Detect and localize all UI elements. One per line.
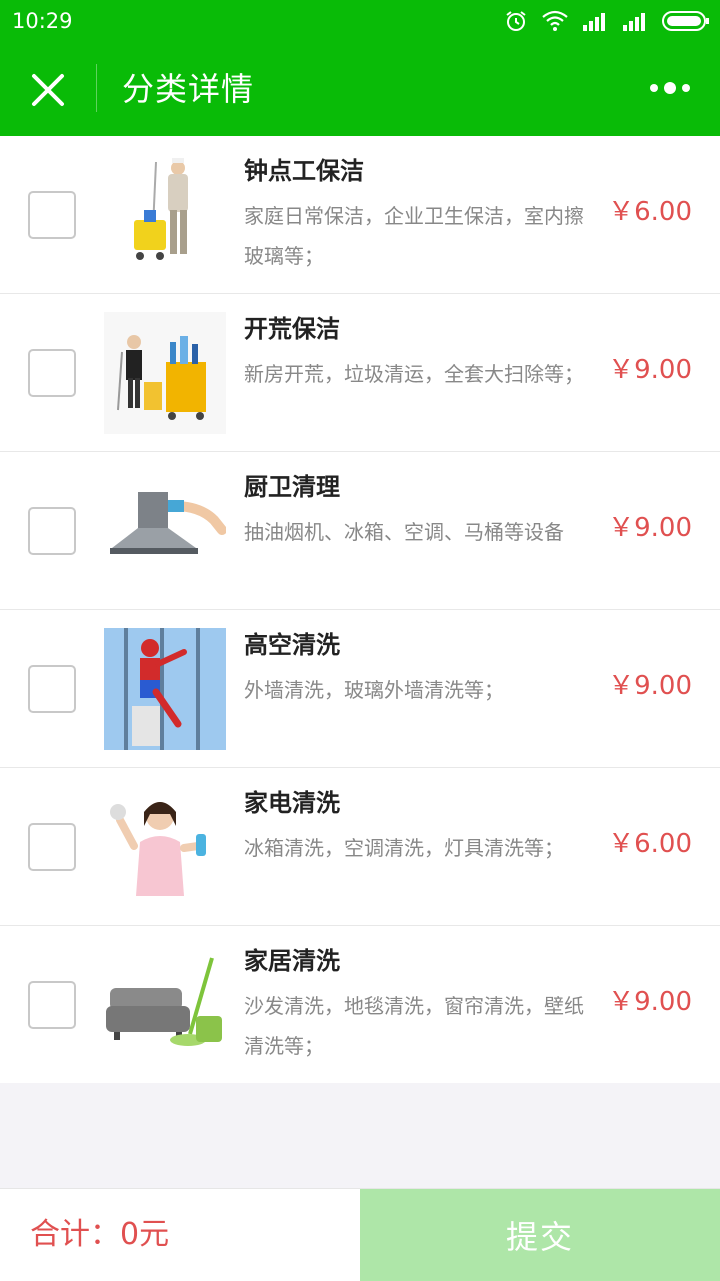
item-description: 冰箱清洗，空调清洗，灯具清洗等； — [244, 836, 564, 860]
item-checkbox[interactable] — [28, 191, 76, 239]
window-washer-image — [104, 628, 226, 750]
item-checkbox[interactable] — [28, 349, 76, 397]
item-checkbox[interactable] — [28, 665, 76, 713]
item-checkbox[interactable] — [28, 507, 76, 555]
sofa-and-mop-image — [104, 944, 226, 1066]
more-icon-right — [682, 84, 690, 92]
list-item[interactable]: 厨卫清理 抽油烟机、冰箱、空调、马桶等设备 ￥9.00 — [0, 452, 720, 610]
status-time: 10:29 — [12, 9, 73, 33]
item-price: ￥6.00 — [608, 829, 692, 859]
wifi-icon — [542, 10, 568, 32]
close-icon — [32, 74, 64, 106]
submit-button[interactable]: 提交 — [360, 1189, 720, 1281]
more-icon — [650, 84, 658, 92]
alarm-icon — [504, 9, 528, 33]
item-description: 抽油烟机、冰箱、空调、马桶等设备 — [244, 520, 564, 544]
cleaner-with-bucket-image — [104, 154, 226, 276]
woman-with-spray-image — [104, 786, 226, 908]
list-item[interactable]: 家居清洗 沙发清洗，地毯清洗，窗帘清洗，壁纸清洗等； ￥9.00 — [0, 926, 720, 1083]
more-button[interactable] — [642, 70, 698, 106]
close-button[interactable] — [22, 64, 74, 116]
total-amount: 合计：0元 — [30, 1217, 170, 1252]
item-title: 家电清洗 — [244, 789, 340, 817]
list-item[interactable]: 高空清洗 外墙清洗，玻璃外墙清洗等； ￥9.00 — [0, 610, 720, 768]
item-title: 高空清洗 — [244, 631, 340, 659]
cleaner-with-cart-image — [104, 312, 226, 434]
item-title: 开荒保洁 — [244, 315, 340, 343]
item-checkbox[interactable] — [28, 823, 76, 871]
item-price: ￥9.00 — [608, 671, 692, 701]
range-hood-image — [104, 470, 226, 592]
item-title: 钟点工保洁 — [244, 157, 364, 185]
item-title: 厨卫清理 — [244, 473, 340, 501]
item-price: ￥9.00 — [608, 513, 692, 543]
signal-icon-2 — [622, 11, 648, 31]
battery-icon — [662, 10, 710, 32]
item-price: ￥6.00 — [608, 197, 692, 227]
item-description: 沙发清洗，地毯清洗，窗帘清洗，壁纸清洗等； — [244, 994, 584, 1058]
item-title: 家居清洗 — [244, 947, 340, 975]
page-title: 分类详情 — [122, 70, 255, 108]
item-description: 家庭日常保洁，企业卫生保洁，室内擦玻璃等； — [244, 204, 584, 268]
more-icon-center — [664, 82, 676, 94]
list-item[interactable]: 家电清洗 冰箱清洗，空调清洗，灯具清洗等； ￥6.00 — [0, 768, 720, 926]
item-description: 新房开荒，垃圾清运，全套大扫除等； — [244, 362, 584, 386]
item-description: 外墙清洗，玻璃外墙清洗等； — [244, 678, 504, 702]
item-checkbox[interactable] — [28, 981, 76, 1029]
bottom-bar: 合计：0元 提交 — [0, 1188, 720, 1281]
title-divider — [96, 64, 97, 112]
status-icons — [504, 8, 710, 34]
service-list: 钟点工保洁 家庭日常保洁，企业卫生保洁，室内擦玻璃等； ￥6.00 开荒保洁 新… — [0, 136, 720, 1083]
signal-icon-1 — [582, 11, 608, 31]
item-price: ￥9.00 — [608, 355, 692, 385]
item-price: ￥9.00 — [608, 987, 692, 1017]
list-item[interactable]: 开荒保洁 新房开荒，垃圾清运，全套大扫除等； ￥9.00 — [0, 294, 720, 452]
title-bar: 10:29 分类详情 — [0, 0, 720, 136]
list-item[interactable]: 钟点工保洁 家庭日常保洁，企业卫生保洁，室内擦玻璃等； ￥6.00 — [0, 136, 720, 294]
